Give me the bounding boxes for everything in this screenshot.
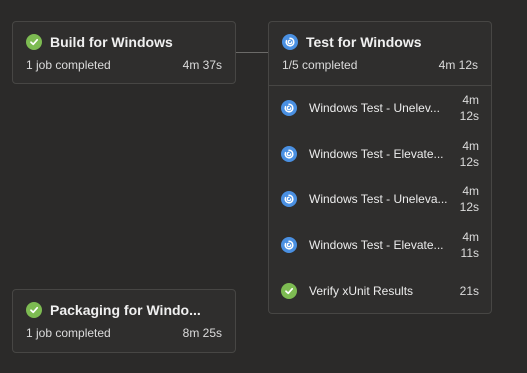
job-name: Windows Test - Elevate... (309, 238, 444, 252)
stage-header: Build for Windows (26, 33, 222, 51)
pipeline-canvas: Build for Windows 1 job completed 4m 37s… (0, 0, 527, 373)
job-duration: 4m 12s (459, 184, 479, 214)
stage-summary-row: 1/5 completed 4m 12s (282, 58, 478, 72)
in-progress-icon (281, 237, 297, 253)
job-name: Verify xUnit Results (309, 284, 414, 298)
stage-duration: 8m 25s (182, 326, 222, 340)
stage-summary: 1/5 completed (282, 58, 358, 72)
job-duration: 4m 11s (460, 230, 479, 260)
job-name: Windows Test - Uneleva... (309, 192, 448, 206)
job-row[interactable]: Windows Test - Uneleva... 4m 12s (281, 183, 479, 215)
in-progress-icon (281, 146, 297, 162)
stage-header: Packaging for Windo... (26, 301, 222, 319)
stage-duration: 4m 12s (438, 58, 478, 72)
stage-summary-row: 1 job completed 8m 25s (26, 326, 222, 340)
stage-summary: 1 job completed (26, 58, 111, 72)
stage-duration: 4m 37s (182, 58, 222, 72)
job-row[interactable]: Windows Test - Unelev... 4m 12s (281, 92, 479, 124)
stage-test-for-windows[interactable]: Test for Windows 1/5 completed 4m 12s Wi… (268, 21, 492, 314)
job-row[interactable]: Windows Test - Elevate... 4m 11s (281, 229, 479, 261)
stage-title: Packaging for Windo... (50, 302, 201, 318)
job-duration: 4m 12s (459, 139, 479, 169)
stage-divider (269, 85, 491, 86)
job-duration: 21s (459, 284, 479, 298)
job-duration: 4m 12s (459, 93, 479, 123)
in-progress-icon (281, 191, 297, 207)
check-circle-icon (26, 302, 42, 318)
job-name: Windows Test - Unelev... (309, 101, 440, 115)
stage-connector (236, 52, 268, 53)
check-circle-icon (281, 283, 297, 299)
stage-header: Test for Windows (282, 33, 478, 51)
job-name: Windows Test - Elevate... (309, 147, 444, 161)
stage-title: Build for Windows (50, 34, 173, 50)
job-row[interactable]: Windows Test - Elevate... 4m 12s (281, 138, 479, 170)
stage-title: Test for Windows (306, 34, 422, 50)
in-progress-icon (282, 34, 298, 50)
job-row[interactable]: Verify xUnit Results 21s (281, 275, 479, 307)
in-progress-icon (281, 100, 297, 116)
stage-build-for-windows[interactable]: Build for Windows 1 job completed 4m 37s (12, 21, 236, 84)
check-circle-icon (26, 34, 42, 50)
stage-packaging-for-windows[interactable]: Packaging for Windo... 1 job completed 8… (12, 289, 236, 353)
stage-summary: 1 job completed (26, 326, 111, 340)
stage-summary-row: 1 job completed 4m 37s (26, 58, 222, 72)
